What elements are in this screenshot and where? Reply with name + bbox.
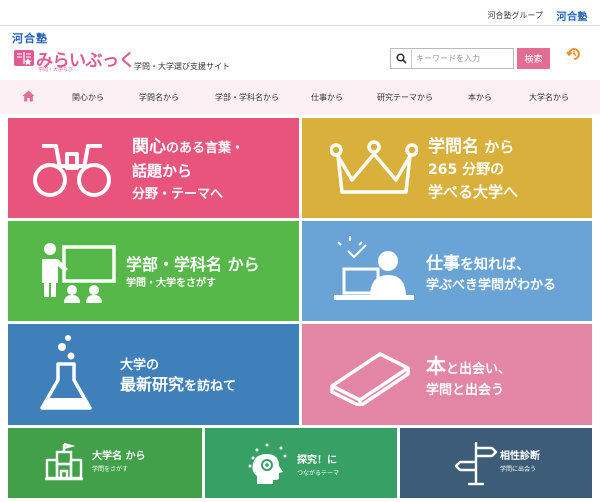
tile-faculty[interactable]: 学部・学科名 から 学問・大学をさがす [8, 221, 299, 321]
tile-compatibility-line2: 学問に出会う [500, 466, 537, 473]
tile-job-line1: を知れば、 [460, 257, 530, 273]
nav-item-job[interactable]: 仕事から [311, 92, 343, 103]
top-bar: 河合塾グループ 河合塾 [0, 0, 600, 26]
tile-faculty-line1: 学部・学科名 から [126, 255, 260, 274]
tile-compatibility-line1: 相性診断 [500, 451, 540, 462]
tile-interest-line1: のある言葉・ [166, 141, 245, 156]
crown-icon [330, 140, 418, 194]
tile-discipline[interactable]: 学問名 から 265 分野の 学べる大学へ [302, 118, 592, 218]
tile-book-line2: 学問と出会う [426, 383, 505, 398]
nav-item-book[interactable]: 本から [468, 92, 492, 103]
university-building-icon [45, 442, 83, 481]
nav-item-discipline[interactable]: 学問名から [139, 92, 179, 103]
flask-icon [40, 335, 92, 410]
tile-discipline-hl: 学問名 [428, 137, 479, 157]
head-sparkle-icon [248, 443, 287, 484]
site-header: 河合塾 みらいぶっく 学問・大学なび 学問・大学選び支援サイト 検索 [0, 26, 600, 80]
tile-faculty-line2: 学問・大学をさがす [126, 278, 216, 289]
site-tagline: 学問・大学選び支援サイト [134, 62, 230, 71]
main-nav: 関心から 学問名から 学部・学科名から 仕事から 研究テーマから 本から 大学名… [0, 80, 600, 114]
tile-university-line1: 大学名 から [92, 451, 146, 462]
tile-book[interactable]: 本と出会い、 学問と出会う [302, 324, 592, 425]
teacher-board-icon [42, 243, 116, 303]
nav-item-interest[interactable]: 関心から [72, 92, 104, 103]
search-button[interactable]: 検索 [517, 48, 550, 69]
search-icon[interactable] [391, 49, 412, 68]
tile-job[interactable]: 仕事を知れば、 学ぶべき学問がわかる [302, 221, 592, 321]
binoculars-icon [33, 144, 111, 197]
tile-explore-line1: 探究！に [297, 455, 337, 466]
signpost-icon [454, 442, 498, 486]
brand-book-icon [14, 50, 34, 66]
book-icon [330, 352, 410, 406]
search-box [390, 48, 514, 69]
tile-research-hl: 最新研究 [120, 375, 185, 394]
tile-book-hl: 本 [426, 354, 446, 378]
tile-interest-line2: 話題から [132, 162, 193, 180]
nav-item-university[interactable]: 大学名から [529, 92, 569, 103]
tile-research-line2: を訪ねて [184, 379, 237, 394]
tile-discipline-line2: 265 分野の [428, 162, 505, 178]
tile-research[interactable]: 大学の 最新研究を訪ねて [8, 324, 299, 425]
tile-interest-line3: 分野・テーマへ [132, 187, 224, 202]
home-icon[interactable] [22, 90, 35, 102]
history-icon[interactable] [566, 46, 582, 62]
tile-job-line2: 学ぶべき学問がわかる [426, 278, 557, 293]
tile-interest-hl: 関心 [132, 137, 166, 157]
tile-compatibility[interactable]: 相性診断 学問に出会う [400, 428, 592, 498]
tile-discipline-line3: 学べる大学へ [428, 183, 519, 201]
nav-item-research[interactable]: 研究テーマから [377, 92, 433, 103]
group-label: 河合塾グループ [487, 11, 543, 20]
search-input[interactable] [412, 49, 512, 68]
tile-research-line1: 大学の [120, 358, 160, 373]
tile-interest[interactable]: 関心のある言葉・ 話題から 分野・テーマへ [8, 118, 299, 218]
tile-university[interactable]: 大学名 から 学問をさがす [8, 428, 202, 498]
tile-job-hl: 仕事 [426, 254, 460, 274]
tile-discipline-line1: から [484, 138, 515, 156]
tile-university-line2: 学問をさがす [92, 466, 129, 473]
tile-explore[interactable]: 探究！に つながるテーマ [205, 428, 397, 498]
nav-item-faculty[interactable]: 学部・学科名から [215, 92, 279, 103]
brand-subtitle: 学問・大学なび [38, 67, 74, 73]
group-logo[interactable]: 河合塾 [557, 8, 589, 23]
kawai-logo[interactable]: 河合塾 [12, 30, 48, 46]
tile-explore-line2: つながるテーマ [297, 470, 340, 477]
tile-book-line1: と出会い、 [446, 362, 512, 377]
laptop-person-icon [334, 236, 414, 300]
